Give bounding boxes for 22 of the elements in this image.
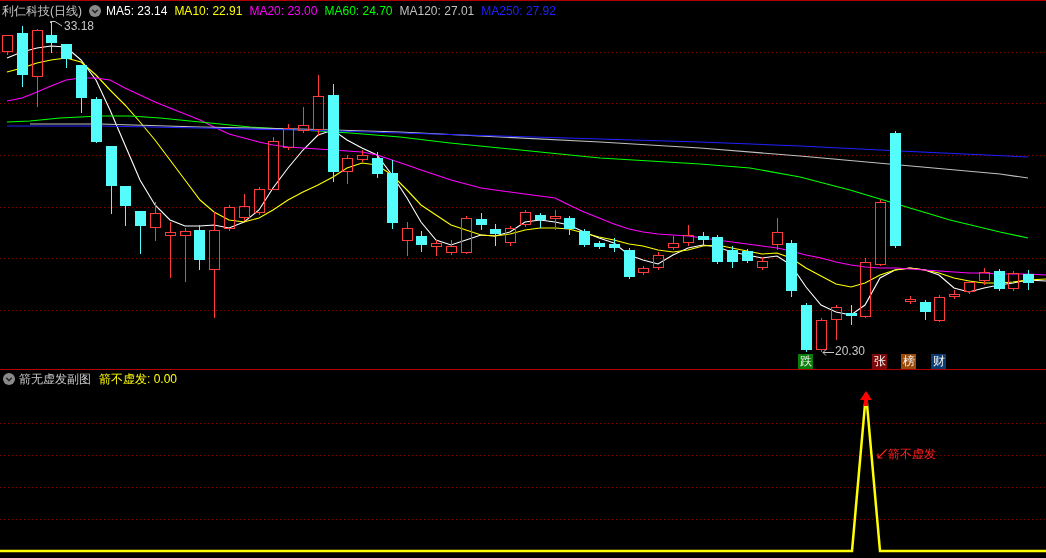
event-badge[interactable]: 跌 bbox=[798, 354, 813, 369]
leader-line bbox=[822, 349, 835, 356]
event-badge[interactable]: 财 bbox=[931, 354, 946, 369]
price-label: 20.30 bbox=[835, 345, 866, 358]
chevron-down-icon[interactable] bbox=[3, 373, 15, 385]
arrow-icon bbox=[877, 449, 887, 459]
event-badge[interactable]: 张 bbox=[872, 354, 887, 369]
up-arrow-icon bbox=[860, 391, 872, 406]
stock-title: 利仁科技(日线) bbox=[2, 3, 82, 18]
event-badge[interactable]: 榜 bbox=[901, 354, 916, 369]
chevron-down-icon[interactable] bbox=[89, 4, 101, 17]
moving-average-value: MA250: 27.92 bbox=[481, 3, 556, 18]
moving-average-value: MA120: 27.01 bbox=[399, 3, 475, 18]
price-label: 33.18 bbox=[64, 20, 95, 33]
moving-average-value: MA60: 24.70 bbox=[324, 3, 393, 18]
indicator-value: 箭不虚发: 0.00 bbox=[99, 372, 178, 386]
moving-average-value: MA20: 23.00 bbox=[249, 3, 318, 18]
signal-label: 箭不虚发 bbox=[888, 447, 936, 461]
indicator-title: 箭无虚发副图 bbox=[19, 372, 91, 386]
leader-line bbox=[50, 21, 63, 27]
moving-average-value: MA5: 23.14 bbox=[106, 3, 168, 18]
moving-average-value: MA10: 22.91 bbox=[174, 3, 243, 18]
